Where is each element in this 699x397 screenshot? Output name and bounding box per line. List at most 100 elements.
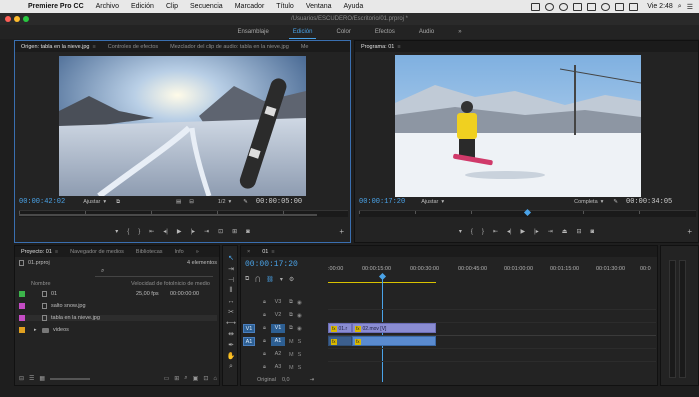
extract-icon[interactable]: ⊟	[576, 228, 581, 235]
sort-icon[interactable]: ▭	[164, 375, 170, 382]
source-resolution-select[interactable]: 1/2	[218, 199, 226, 205]
source-zoom-bar[interactable]	[19, 214, 317, 216]
go-to-end-icon[interactable]: ⇥	[310, 377, 315, 383]
track-name[interactable]: V2	[271, 311, 285, 320]
slide-tool-icon[interactable]: ⇹	[228, 330, 234, 338]
pen-tool-icon[interactable]: ✒	[228, 341, 234, 349]
program-playhead[interactable]	[523, 208, 532, 217]
go-to-in-icon[interactable]: ⇤	[149, 228, 154, 235]
rolling-edit-tool-icon[interactable]: ⫴	[230, 287, 233, 295]
screen-icon[interactable]	[531, 2, 541, 11]
source-patch[interactable]	[243, 311, 255, 320]
timeline-timecode[interactable]: 00:00:17:20	[245, 260, 298, 269]
hand-tool-icon[interactable]: ✋	[227, 352, 236, 360]
new-bin-icon[interactable]: ▣	[193, 375, 199, 382]
eye-icon[interactable]: ◉	[297, 326, 302, 332]
source-patch[interactable]: V1	[243, 324, 255, 333]
play-icon[interactable]: ▶	[177, 228, 182, 235]
add-button-icon[interactable]: +	[339, 227, 344, 236]
chevron-down-icon[interactable]: ▾	[103, 199, 106, 205]
master-value[interactable]: 0,0	[282, 377, 290, 383]
track-lanes[interactable]: fx 01.r fx 02.mov [V] fx fx	[328, 297, 656, 375]
find-icon[interactable]: ⌕	[184, 375, 187, 382]
menu-ventana[interactable]: Ventana	[300, 3, 338, 10]
track-name[interactable]: V1	[271, 324, 285, 333]
mark-in-icon[interactable]: {	[127, 229, 129, 235]
globe-icon[interactable]	[559, 2, 569, 11]
step-forward-icon[interactable]: |▸	[190, 228, 195, 235]
source-patch[interactable]	[243, 350, 255, 359]
zoom-window-button[interactable]	[23, 16, 29, 22]
source-time-ruler[interactable]	[19, 210, 348, 217]
program-resolution-select[interactable]: Completa	[574, 199, 598, 205]
snap-icon[interactable]: ⋂	[255, 276, 260, 283]
search-icon[interactable]: ⌕	[678, 3, 682, 11]
track-name[interactable]: A3	[271, 363, 285, 372]
add-marker-icon[interactable]: ▾	[459, 228, 462, 235]
timeline-ruler[interactable]: :00:00 00:00:15:00 00:00:30:00 00:00:45:…	[328, 264, 656, 284]
list-item[interactable]: ▸ videos	[19, 327, 69, 333]
clock[interactable]: Vie 2:48	[647, 3, 673, 10]
workspace-color[interactable]: Color	[324, 29, 362, 35]
video-clip[interactable]: fx 02.mov [V]	[352, 323, 436, 333]
tab-media-browser[interactable]: Navegador de medios	[64, 249, 130, 255]
workspace-more-button[interactable]: »	[446, 29, 473, 35]
menu-app-name[interactable]: Premiere Pro CC	[22, 3, 90, 10]
source-patch[interactable]	[243, 363, 255, 372]
sync-lock-icon[interactable]: ⧉	[289, 325, 293, 332]
chevron-down-icon[interactable]: ▾	[601, 199, 604, 205]
add-marker-icon[interactable]: ▾	[115, 228, 118, 235]
source-timecode[interactable]: 00:00:42:02	[19, 198, 65, 206]
rate-stretch-tool-icon[interactable]: ↔	[228, 298, 235, 305]
tab-info[interactable]: Info	[169, 249, 190, 255]
workspace-efectos[interactable]: Efectos	[363, 29, 407, 35]
trash-icon[interactable]: ⌂	[213, 376, 217, 382]
chevron-down-icon[interactable]: ▾	[441, 199, 444, 205]
workspace-audio[interactable]: Audio	[407, 29, 446, 35]
lock-icon[interactable]: 🔒︎	[263, 312, 271, 319]
tablet-icon[interactable]	[573, 2, 583, 11]
source-patch[interactable]	[243, 298, 255, 307]
menu-secuencia[interactable]: Secuencia	[184, 3, 229, 10]
camera-icon[interactable]: ◙	[246, 229, 250, 235]
solo-button[interactable]: S	[298, 365, 302, 371]
menu-clip[interactable]: Clip	[160, 3, 184, 10]
chevron-down-icon[interactable]: ▾	[229, 199, 232, 205]
lock-icon[interactable]: 🔒︎	[263, 325, 271, 332]
track-name[interactable]: V3	[271, 298, 285, 307]
list-item[interactable]: tabla en la nieve.jpg	[19, 315, 217, 321]
tab-effect-controls[interactable]: Controles de efectos	[102, 44, 164, 50]
overwrite-icon[interactable]: ⊞	[232, 228, 237, 235]
track-name[interactable]: A2	[271, 350, 285, 359]
new-item-icon[interactable]: ⊡	[203, 375, 208, 382]
list-item[interactable]: salto snow.jpg	[19, 303, 86, 309]
step-back-icon[interactable]: ◂|	[507, 228, 512, 235]
menu-titulo[interactable]: Título	[270, 3, 300, 10]
menu-ayuda[interactable]: Ayuda	[338, 3, 370, 10]
go-to-in-icon[interactable]: ⇤	[493, 228, 498, 235]
mute-button[interactable]: M	[289, 365, 294, 371]
audio-video-icon[interactable]: ⊟	[189, 199, 194, 205]
list-icon[interactable]: ☰	[687, 3, 693, 11]
close-sequence-icon[interactable]: ×	[241, 249, 256, 255]
project-search-input[interactable]: ⌕	[95, 268, 213, 277]
list-view-icon[interactable]: ☰	[29, 375, 34, 382]
wifi-icon[interactable]	[601, 2, 611, 11]
lock-icon[interactable]: 🔒︎	[263, 299, 271, 306]
workspace-ensamblaje[interactable]: Ensamblaje	[225, 29, 280, 35]
disclosure-triangle-icon[interactable]: ▸	[34, 327, 42, 333]
slip-tool-icon[interactable]: ⟷	[226, 319, 236, 327]
tab-metadata[interactable]: Me	[295, 44, 315, 50]
settings-icon[interactable]: ▤	[176, 199, 181, 205]
start-column-header[interactable]: Inicio de medio	[173, 281, 210, 287]
automate-icon[interactable]: ⊞	[174, 375, 179, 382]
fps-column-header[interactable]: Velocidad de foto	[131, 281, 173, 287]
tab-libraries[interactable]: Bibliotecas	[130, 249, 169, 255]
lock-icon[interactable]: 🔒︎	[263, 351, 271, 358]
eye-icon[interactable]: ◉	[297, 313, 302, 319]
sync-lock-icon[interactable]: ⧉	[289, 312, 293, 319]
play-icon[interactable]: ▶	[521, 228, 526, 235]
mute-button[interactable]: M	[289, 352, 294, 358]
icon-view-icon[interactable]: ▦	[39, 375, 45, 382]
eye-icon[interactable]: ◉	[297, 300, 302, 306]
